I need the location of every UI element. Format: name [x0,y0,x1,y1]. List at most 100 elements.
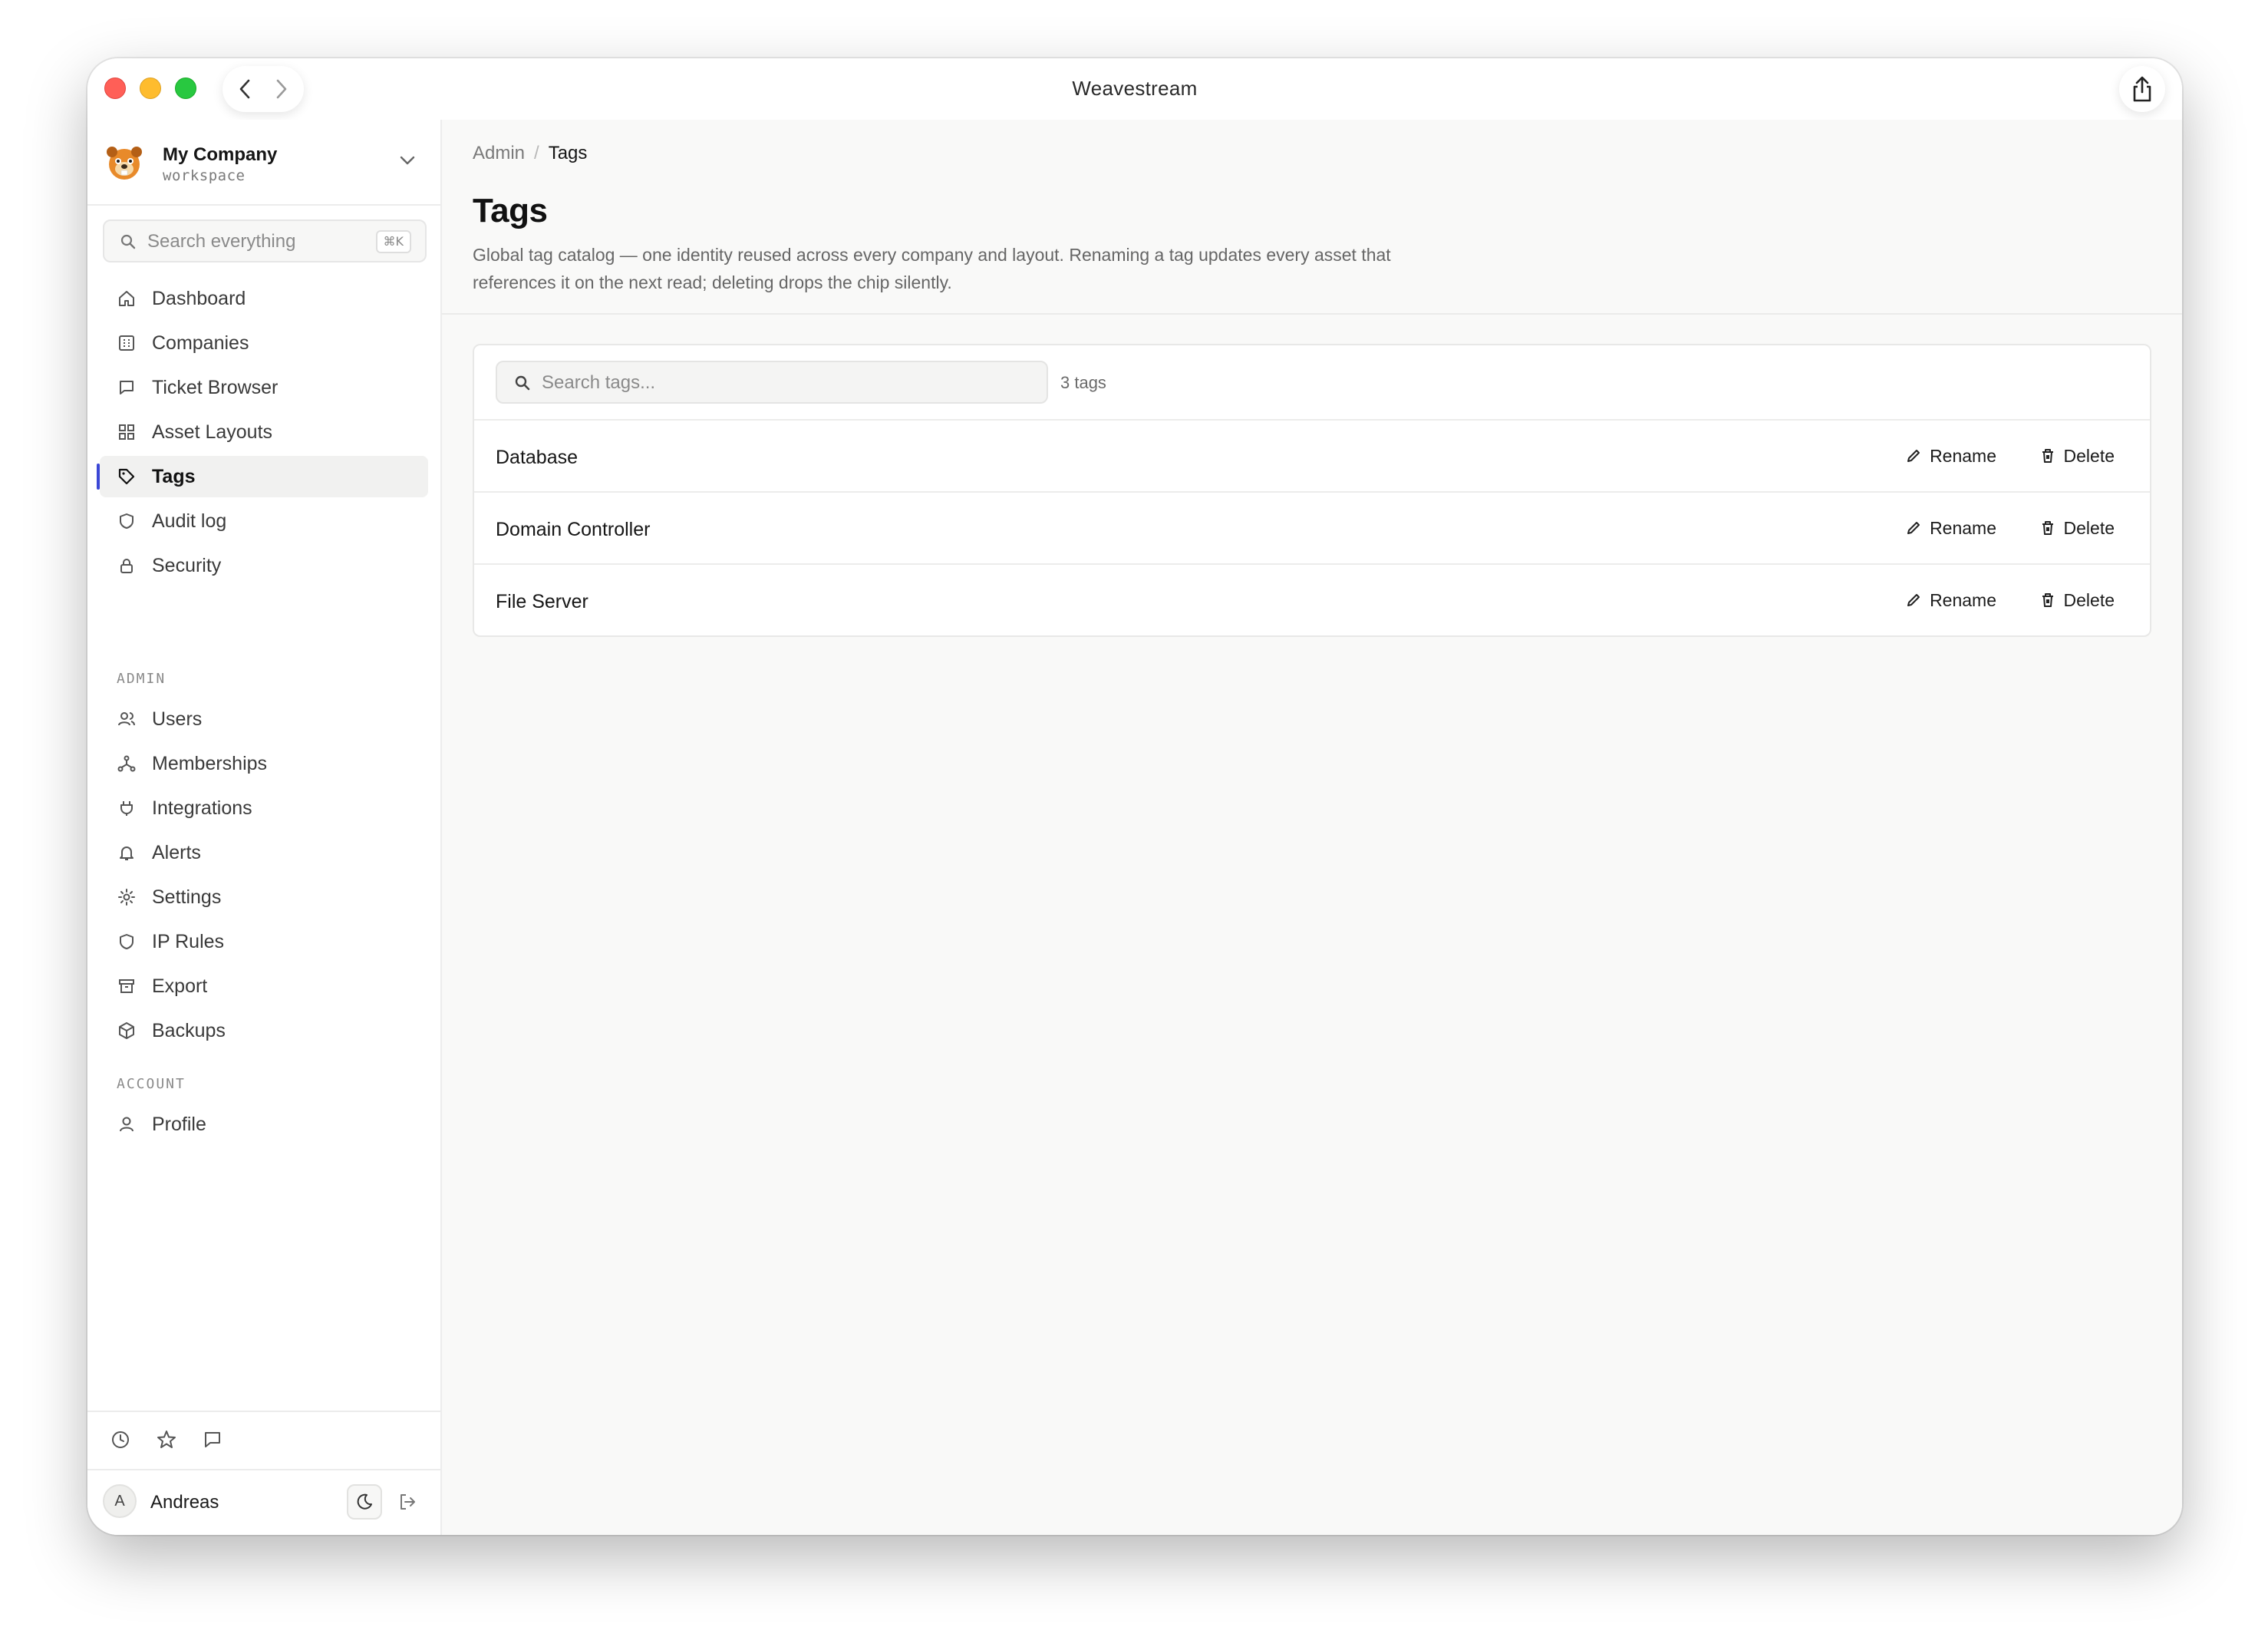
delete-button[interactable]: Delete [2039,585,2115,615]
account-nav: Profile [100,1104,428,1148]
message-square-icon [117,378,137,398]
sidebar-item-label: IP Rules [152,930,225,952]
sidebar-item-profile[interactable]: Profile [100,1104,428,1145]
sidebar-item-dashboard[interactable]: Dashboard [100,278,428,319]
sidebar-footer-divider [87,1411,440,1412]
sidebar-item-backups[interactable]: Backups [100,1010,428,1051]
tag-icon [117,467,137,487]
sidebar-divider [87,204,440,206]
breadcrumb-admin[interactable]: Admin [473,143,525,163]
breadcrumb-current: Tags [548,143,588,163]
sidebar-item-label: Backups [152,1019,226,1041]
theme-toggle-button[interactable] [347,1484,382,1520]
star-icon[interactable] [155,1428,178,1451]
building-icon [117,333,137,353]
delete-button[interactable]: Delete [2039,441,2115,471]
shield-icon [117,511,137,531]
share-button[interactable] [2119,66,2165,112]
pencil-icon [1907,522,1920,534]
sidebar-item-asset-layouts[interactable]: Asset Layouts [100,411,428,453]
sidebar-item-label: Export [152,975,208,997]
sidebar-item-integrations[interactable]: Integrations [100,787,428,829]
box-icon [117,1021,137,1041]
workspace-subtitle: workspace [163,167,246,184]
rename-label: Rename [1930,589,1996,610]
main-content: Admin / Tags Tags Global tag catalog — one… [442,120,2182,1535]
tag-search[interactable] [496,361,1048,404]
avatar[interactable]: A [103,1484,137,1518]
logout-button[interactable] [393,1487,422,1516]
sidebar-item-audit-log[interactable]: Audit log [100,500,428,542]
lock-icon [117,556,137,576]
page-description: Global tag catalog — one identity reused… [473,245,1391,292]
pencil-icon [1907,450,1920,462]
delete-button[interactable]: Delete [2039,513,2115,543]
grid-icon [117,422,137,442]
tag-search-input[interactable] [542,370,1017,396]
breadcrumb-separator: / [534,143,539,163]
user-icon [117,1114,137,1134]
trash-icon [2042,449,2053,463]
sidebar-item-settings[interactable]: Settings [100,876,428,918]
archive-icon [117,976,137,996]
sidebar-item-label: Memberships [152,752,268,774]
sidebar-item-label: Integrations [152,797,252,819]
sidebar-item-companies[interactable]: Companies [100,322,428,364]
sidebar-quick-actions [109,1424,224,1455]
workspace-switcher[interactable]: My Company workspace [104,132,424,190]
delete-label: Delete [2063,589,2115,610]
sidebar-item-export[interactable]: Export [100,965,428,1007]
bell-icon [117,843,137,863]
sidebar-item-security[interactable]: Security [100,545,428,586]
sidebar-item-label: Audit log [152,510,227,532]
sidebar-item-ticket-browser[interactable]: Ticket Browser [100,367,428,408]
delete-label: Delete [2063,517,2115,538]
sidebar-item-users[interactable]: Users [100,698,428,740]
sidebar-item-label: Settings [152,886,222,908]
sidebar-item-label: Tags [152,465,196,487]
sidebar-item-tags[interactable]: Tags [97,456,428,497]
table-row: Domain Controller Rename Delete [474,493,2150,565]
sidebar-item-memberships[interactable]: Memberships [100,743,428,784]
trash-icon [2042,593,2053,607]
search-icon [514,375,531,391]
sidebar-user-divider [87,1469,440,1470]
sidebar-item-label: Security [152,554,222,576]
sidebar-item-ip-rules[interactable]: IP Rules [100,921,428,962]
sidebar-item-label: Ticket Browser [152,376,279,398]
sidebar-item-label: Alerts [152,841,201,863]
share-icon [2133,76,2151,102]
network-icon [117,754,137,774]
global-search-input[interactable] [147,229,377,255]
logout-icon [401,1494,415,1510]
workspace-name: My Company [163,144,278,165]
breadcrumb: Admin / Tags [473,143,587,164]
history-icon[interactable] [109,1428,132,1451]
workspace-logo [104,143,144,183]
rename-button[interactable]: Rename [1905,441,1996,471]
moon-icon [357,1493,372,1510]
tag-name: File Server [496,591,588,612]
pencil-icon [1907,594,1920,606]
sidebar-item-label: Profile [152,1113,206,1135]
app-window: Weavestream My Company workspace Search … [87,58,2182,1535]
comment-icon[interactable] [201,1428,224,1451]
title-bar: Weavestream [87,58,2182,120]
trash-icon [2042,521,2053,535]
screen: Weavestream My Company workspace Search … [0,0,2268,1650]
section-label-account: ACCOUNT [117,1076,186,1092]
sidebar-item-label: Dashboard [152,287,246,309]
tags-toolbar: 3 tags [474,345,2150,421]
sidebar-item-alerts[interactable]: Alerts [100,832,428,873]
tag-name: Database [496,447,579,468]
rename-label: Rename [1930,517,1996,538]
rename-button[interactable]: Rename [1905,513,1996,543]
rename-button[interactable]: Rename [1905,585,1996,615]
admin-nav: Users Memberships Integrations Alerts Se… [100,698,428,1054]
tag-count: 3 tags [1060,373,1106,392]
delete-label: Delete [2063,445,2115,466]
sidebar-item-label: Asset Layouts [152,421,273,443]
window-title: Weavestream [1072,77,1198,100]
global-search[interactable]: ⌘K [103,219,427,262]
main-nav: Dashboard Companies Ticket Browser Asset… [97,278,428,589]
